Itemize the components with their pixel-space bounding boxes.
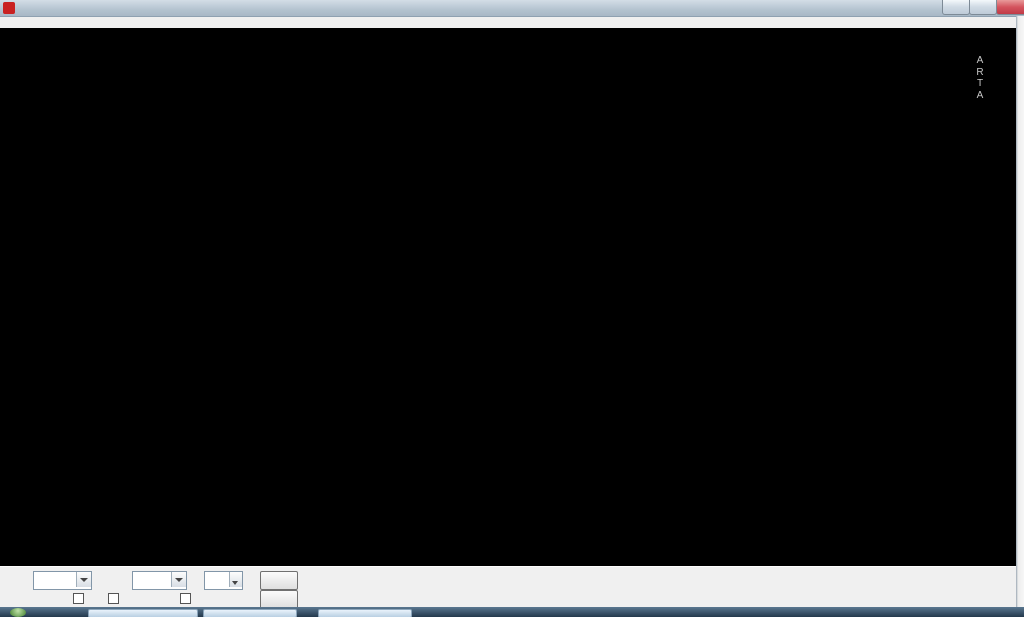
spin-down-icon[interactable] bbox=[229, 572, 242, 587]
range-spinner[interactable] bbox=[204, 571, 243, 590]
chevron-down-icon[interactable] bbox=[171, 572, 186, 587]
mode-dropdown[interactable] bbox=[33, 571, 92, 590]
colored-curves-checkbox[interactable] bbox=[73, 593, 84, 604]
taskbar-button[interactable] bbox=[318, 609, 412, 617]
taskbar-button[interactable] bbox=[203, 609, 297, 617]
app-icon bbox=[3, 2, 15, 14]
control-bar bbox=[0, 566, 1024, 608]
watermark-vertical bbox=[134, 380, 174, 442]
palette-dropdown[interactable] bbox=[132, 571, 187, 590]
stepped-colors-checkbox[interactable] bbox=[180, 593, 191, 604]
restore-button[interactable] bbox=[969, 0, 997, 15]
window-right-border bbox=[1016, 16, 1024, 607]
minimize-button[interactable] bbox=[942, 0, 970, 15]
arta-brand-vertical: ARTA bbox=[969, 55, 991, 101]
waterfall-canvas bbox=[0, 28, 1024, 566]
plot-area: ARTA bbox=[0, 28, 1024, 566]
start-button[interactable] bbox=[10, 608, 26, 617]
copy-button[interactable] bbox=[260, 571, 298, 590]
close-button[interactable] bbox=[996, 0, 1024, 15]
taskbar bbox=[0, 607, 1024, 617]
taskbar-button[interactable] bbox=[88, 609, 198, 617]
chevron-down-icon[interactable] bbox=[76, 572, 91, 587]
arta-csd-window: ARTA bbox=[0, 0, 1024, 617]
title-bar bbox=[0, 0, 1024, 17]
grid-checkbox[interactable] bbox=[108, 593, 119, 604]
